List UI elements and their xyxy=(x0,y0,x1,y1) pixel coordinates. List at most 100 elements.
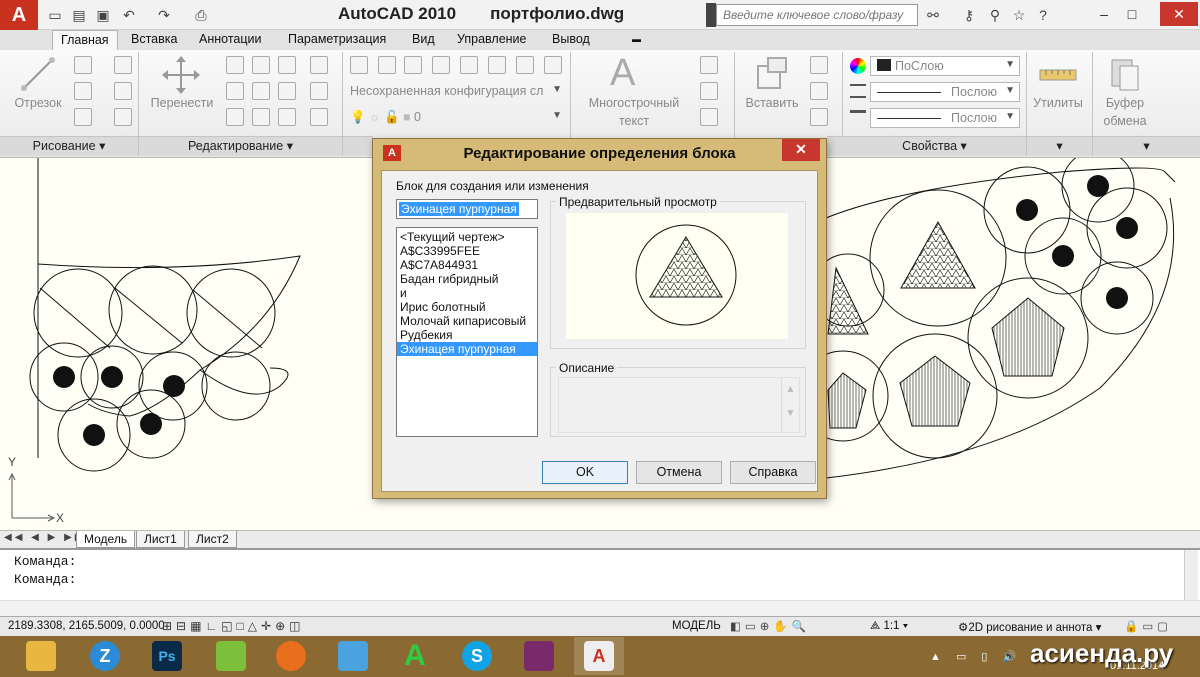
winrar-icon[interactable] xyxy=(514,637,564,675)
firefox-icon[interactable] xyxy=(266,637,316,675)
dimension-icon[interactable] xyxy=(700,56,718,74)
list-item[interactable]: <Текущий чертеж> xyxy=(397,230,537,244)
move-icon[interactable] xyxy=(160,54,202,96)
scale-icon[interactable] xyxy=(252,82,270,100)
create-block-icon[interactable] xyxy=(810,56,828,74)
join-icon[interactable] xyxy=(310,108,328,126)
linetype-combo[interactable]: Послою ▼ xyxy=(870,82,1020,102)
leader-icon[interactable] xyxy=(700,82,718,100)
tab-insert[interactable]: Вставка xyxy=(123,30,185,50)
layout-nav-icon[interactable]: ◀◀ ◀ ▶ ▶▶ xyxy=(4,532,85,543)
panel-properties[interactable]: Свойства ▾ xyxy=(843,136,1026,156)
edit-block-icon[interactable] xyxy=(810,82,828,100)
panel-modify[interactable]: Редактирование ▾ xyxy=(139,136,342,156)
attribute-icon[interactable] xyxy=(810,108,828,126)
lineweight-combo[interactable]: Послою ▼ xyxy=(870,108,1020,128)
chamfer-icon[interactable] xyxy=(278,108,296,126)
line-icon[interactable] xyxy=(18,54,58,94)
hatch-icon[interactable] xyxy=(114,108,132,126)
copy-icon[interactable] xyxy=(226,56,244,74)
command-hscroll[interactable] xyxy=(0,600,1200,616)
mtext-icon[interactable]: A xyxy=(610,52,635,95)
description-textarea[interactable]: ▲ ▼ xyxy=(558,377,800,433)
panel-block[interactable] xyxy=(827,136,843,156)
tab-annotate[interactable]: Аннотации xyxy=(191,30,269,50)
erase-icon[interactable] xyxy=(310,56,328,74)
tab-model[interactable]: Модель xyxy=(76,531,136,548)
list-item[interactable]: Молочай кипарисовый xyxy=(397,314,537,328)
tab-parametric[interactable]: Параметризация xyxy=(280,30,394,50)
description-scrollbar[interactable]: ▲ ▼ xyxy=(781,378,799,432)
tab-output[interactable]: Вывод xyxy=(544,30,598,50)
list-item[interactable]: A$C33995FEE xyxy=(397,244,537,258)
list-item[interactable]: Ирис болотный xyxy=(397,300,537,314)
image-viewer-icon[interactable] xyxy=(328,637,378,675)
tab-view[interactable]: Вид xyxy=(404,30,443,50)
tab-layout2[interactable]: Лист2 xyxy=(188,531,237,548)
new-icon[interactable]: ▭ xyxy=(44,5,66,25)
command-scrollbar[interactable] xyxy=(1184,550,1198,600)
insert-block-icon[interactable] xyxy=(752,54,792,94)
panel-layers[interactable] xyxy=(343,136,373,156)
tab-manage[interactable]: Управление xyxy=(449,30,535,50)
skype-icon[interactable]: S xyxy=(452,637,502,675)
viewport-tools-icon[interactable]: ◧▭⊕✋🔍 xyxy=(730,619,810,633)
measure-icon[interactable] xyxy=(1038,60,1078,90)
layer-isolate-icon[interactable] xyxy=(378,56,396,74)
array-icon[interactable] xyxy=(252,108,270,126)
dialog-close-button[interactable]: ✕ xyxy=(782,139,820,161)
key-icon[interactable]: ⚷ xyxy=(958,5,980,25)
fillet-icon[interactable] xyxy=(114,56,132,74)
open-icon[interactable]: ▤ xyxy=(68,5,90,25)
close-button[interactable]: ✕ xyxy=(1160,2,1198,26)
minimize-button[interactable]: – xyxy=(1090,2,1118,26)
layer-properties-icon[interactable] xyxy=(350,56,368,74)
help-icon[interactable]: ? xyxy=(1032,5,1054,25)
annotation-scale[interactable]: ⟁ 1:1 ▾ xyxy=(870,620,908,633)
arc-icon[interactable] xyxy=(74,108,92,126)
archicad-icon[interactable]: A xyxy=(390,637,440,675)
block-name-input[interactable]: Эхинацея пурпурная xyxy=(396,199,538,219)
table-icon[interactable] xyxy=(700,108,718,126)
workspace-switch[interactable]: ⚙2D рисование и аннота ▾ xyxy=(958,620,1101,634)
list-item[interactable]: Бадан гибридный xyxy=(397,272,537,286)
layer-previous-icon[interactable] xyxy=(516,56,534,74)
layer-combo[interactable]: 💡 ☼ 🔓 ■ 0 ▼ xyxy=(344,108,566,128)
tray-icons[interactable]: 🔒▭▢ xyxy=(1124,619,1172,633)
help-button[interactable]: Справка xyxy=(730,461,816,484)
system-tray-icons[interactable]: ▲ ▭ ▯ 🔊 xyxy=(930,650,1022,663)
search-input[interactable]: Введите ключевое слово/фразу xyxy=(716,4,918,26)
save-icon[interactable]: ▣ xyxy=(92,5,114,25)
print-icon[interactable]: ⎙ xyxy=(190,5,212,25)
binoculars-icon[interactable]: ⚯ xyxy=(922,5,944,25)
panel-utilities[interactable]: ▾ xyxy=(1027,136,1092,156)
drafting-toggles-icon[interactable]: ⊞⊟▦∟◱□△✛⊕◫ xyxy=(162,619,304,633)
explorer-icon[interactable] xyxy=(16,637,66,675)
trim-icon[interactable] xyxy=(278,56,296,74)
layer-freeze-icon[interactable] xyxy=(432,56,450,74)
polyline-icon[interactable] xyxy=(74,56,92,74)
block-list[interactable]: <Текущий чертеж> A$C33995FEE A$C7A844931… xyxy=(396,227,538,437)
communication-center-icon[interactable]: ⚲ xyxy=(984,5,1006,25)
maximize-button[interactable]: □ xyxy=(1118,2,1146,26)
panel-draw[interactable]: Рисование ▾ xyxy=(0,136,138,156)
list-item[interactable]: и xyxy=(397,286,537,300)
color-combo[interactable]: ПоСлою ▼ xyxy=(870,56,1020,76)
favorites-icon[interactable]: ☆ xyxy=(1008,5,1030,25)
undo-icon[interactable]: ↶ xyxy=(118,5,140,25)
ribbon-minimize-icon[interactable]: ▬ xyxy=(624,30,649,50)
layer-walk-icon[interactable] xyxy=(544,56,562,74)
model-space-button[interactable]: МОДЕЛЬ xyxy=(672,620,721,632)
explode-icon[interactable] xyxy=(310,82,328,100)
layer-lock-icon[interactable] xyxy=(460,56,478,74)
list-item[interactable]: A$C7A844931 xyxy=(397,258,537,272)
rotate-icon[interactable] xyxy=(252,56,270,74)
list-item-selected[interactable]: Эхинацея пурпурная xyxy=(397,342,537,356)
redo-icon[interactable]: ↷ xyxy=(153,5,175,25)
zoho-icon[interactable]: Z xyxy=(80,637,130,675)
layer-state-combo[interactable]: Несохраненная конфигурация сл ▼ xyxy=(344,82,566,102)
mirror-icon[interactable] xyxy=(278,82,296,100)
stretch-icon[interactable] xyxy=(226,82,244,100)
rectangle-icon[interactable] xyxy=(114,82,132,100)
tab-layout1[interactable]: Лист1 xyxy=(136,531,185,548)
